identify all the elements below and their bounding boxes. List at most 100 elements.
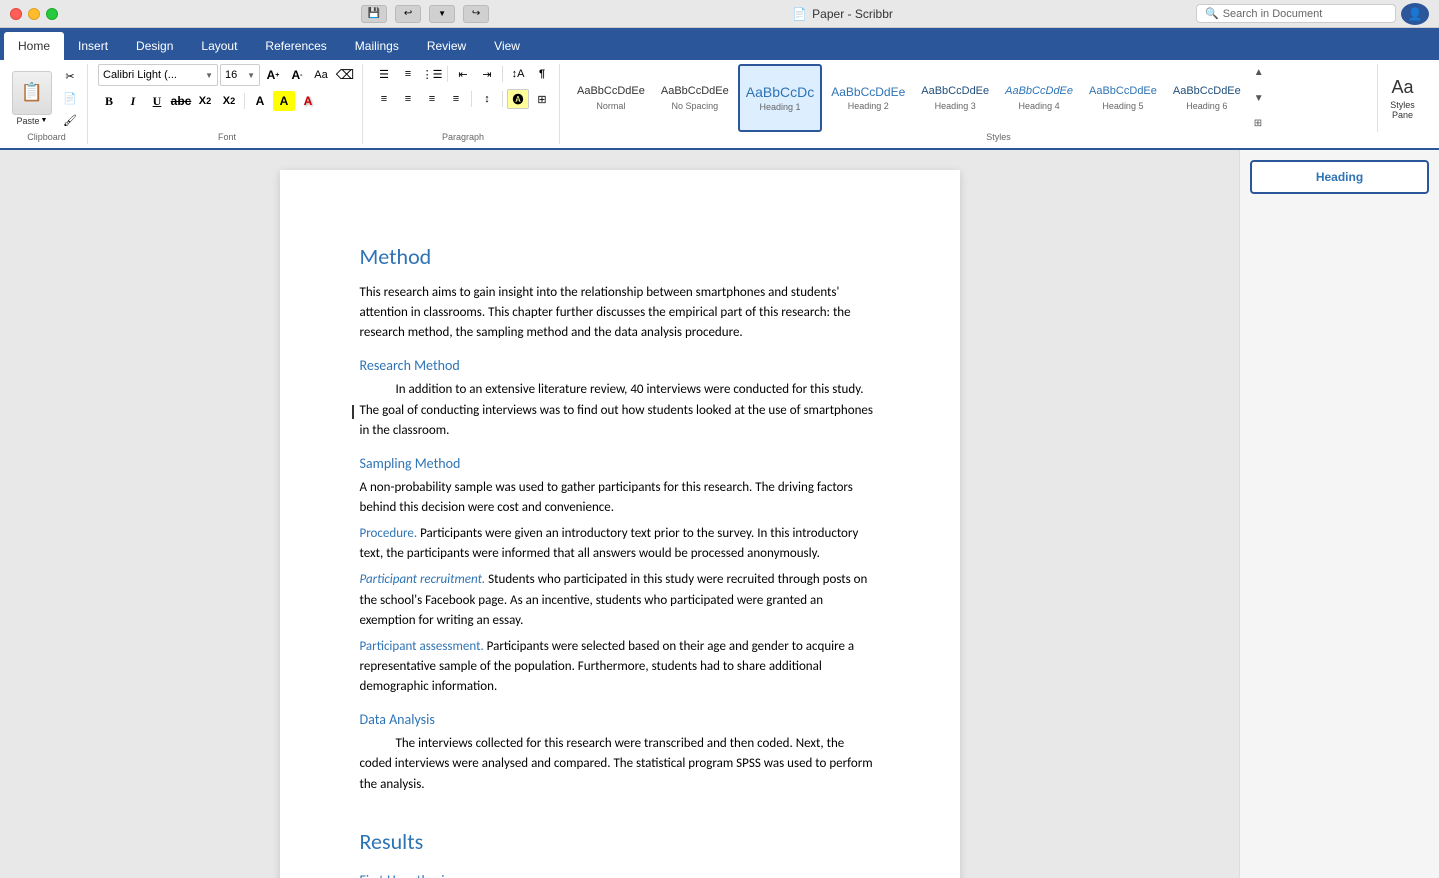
increase-font-button[interactable]: A+ <box>262 65 284 85</box>
tab-insert[interactable]: Insert <box>64 32 122 60</box>
font-row1: Calibri Light (... ▼ 16 ▼ A+ A- Aa ⌫ <box>98 64 356 86</box>
separator2 <box>447 66 448 82</box>
cut-button[interactable]: ✂ <box>59 66 81 86</box>
style-no-spacing-preview: AaBbCcDdEe <box>661 85 729 98</box>
font-color-button[interactable]: A <box>249 91 271 111</box>
change-case-button[interactable]: Aa <box>310 65 332 85</box>
undo-icon[interactable]: ↩ <box>395 5 421 23</box>
style-heading4-preview: AaBbCcDdEe <box>1005 85 1073 98</box>
show-hide-button[interactable]: ¶ <box>531 64 553 84</box>
procedure-text: Participants were given an introductory … <box>360 526 859 561</box>
clipboard-group: 📋 Paste ▼ ✂ 📄 🖌 Clipboard <box>6 64 88 144</box>
style-heading1-preview: AaBbCcDc <box>746 84 814 101</box>
text-effect-button[interactable]: A <box>297 91 319 111</box>
tab-review[interactable]: Review <box>413 32 480 60</box>
font-content: Calibri Light (... ▼ 16 ▼ A+ A- Aa ⌫ B I… <box>98 64 356 132</box>
styles-scroll-down-button[interactable]: ▼ <box>1252 92 1266 105</box>
para-row2: ≡ ≡ ≡ ≡ ↕ 🅐 ⊞ <box>373 89 553 109</box>
font-family-chevron-icon: ▼ <box>205 71 213 80</box>
heading-suggestion-label: Heading <box>1316 170 1363 184</box>
style-normal-preview: AaBbCcDdEe <box>577 85 645 98</box>
bold-button[interactable]: B <box>98 91 120 111</box>
ribbon-tabs: Home Insert Design Layout References Mai… <box>0 28 1439 60</box>
paste-dropdown[interactable]: Paste ▼ <box>17 116 48 126</box>
style-heading4[interactable]: AaBbCcDdEe Heading 4 <box>998 64 1080 132</box>
multilevel-list-button[interactable]: ⋮☰ <box>421 64 443 84</box>
justify-button[interactable]: ≡ <box>445 89 467 109</box>
tab-layout[interactable]: Layout <box>187 32 251 60</box>
style-heading3[interactable]: AaBbCcDdEe Heading 3 <box>914 64 996 132</box>
search-in-document[interactable]: 🔍 Search in Document <box>1196 4 1396 23</box>
tab-home[interactable]: Home <box>4 32 64 60</box>
tab-design[interactable]: Design <box>122 32 187 60</box>
increase-indent-button[interactable]: ⇥ <box>476 64 498 84</box>
paragraph-content: ☰ ≡ ⋮☰ ⇤ ⇥ ↕A ¶ ≡ ≡ ≡ ≡ ↕ 🅐 ⊞ <box>373 64 553 132</box>
font-family-selector[interactable]: Calibri Light (... ▼ <box>98 64 218 86</box>
line-spacing-button[interactable]: ↕ <box>476 89 498 109</box>
style-heading5[interactable]: AaBbCcDdEe Heading 5 <box>1082 64 1164 132</box>
window-controls[interactable] <box>10 8 58 20</box>
participant-assessment-label: Participant assessment. <box>360 639 484 654</box>
align-left-button[interactable]: ≡ <box>373 89 395 109</box>
align-center-button[interactable]: ≡ <box>397 89 419 109</box>
close-button[interactable] <box>10 8 22 20</box>
decrease-font-button[interactable]: A- <box>286 65 308 85</box>
align-right-button[interactable]: ≡ <box>421 89 443 109</box>
tab-mailings[interactable]: Mailings <box>341 32 413 60</box>
superscript-button[interactable]: X2 <box>218 91 240 111</box>
paste-chevron-icon: ▼ <box>41 117 48 124</box>
first-hypothesis-heading: First Hypothesis <box>360 870 880 878</box>
shading-button[interactable]: 🅐 <box>507 89 529 109</box>
bullets-button[interactable]: ☰ <box>373 64 395 84</box>
highlight-button[interactable]: A <box>273 91 295 111</box>
content-area: Method This research aims to gain insigh… <box>0 150 1439 878</box>
sampling-method-body: A non-probability sample was used to gat… <box>360 478 880 518</box>
styles-pane-button[interactable]: Aa Styles Pane <box>1377 64 1427 132</box>
styles-gallery: AaBbCcDdEe Normal AaBbCcDdEe No Spacing … <box>570 64 1374 132</box>
minimize-button[interactable] <box>28 8 40 20</box>
participant-recruitment-label: Participant recruitment. <box>360 572 486 587</box>
paste-button[interactable]: 📋 <box>12 71 52 115</box>
strikethrough-button[interactable]: abc <box>170 91 192 111</box>
save-icon[interactable]: 💾 <box>361 5 387 23</box>
document-area[interactable]: Method This research aims to gain insigh… <box>0 150 1239 878</box>
italic-button[interactable]: I <box>122 91 144 111</box>
paste-label: Paste <box>17 116 40 126</box>
heading-suggestion-box[interactable]: Heading <box>1250 160 1429 194</box>
style-no-spacing[interactable]: AaBbCcDdEe No Spacing <box>654 64 736 132</box>
numbering-button[interactable]: ≡ <box>397 64 419 84</box>
text-cursor <box>352 405 354 419</box>
search-icon: 🔍 <box>1205 7 1219 20</box>
font-size-selector[interactable]: 16 ▼ <box>220 64 260 86</box>
style-heading3-preview: AaBbCcDdEe <box>921 85 989 98</box>
sort-button[interactable]: ↕A <box>507 64 529 84</box>
style-normal[interactable]: AaBbCcDdEe Normal <box>570 64 652 132</box>
tab-view[interactable]: View <box>480 32 534 60</box>
styles-scroll: ▲ ▼ ⊞ <box>1250 64 1268 132</box>
styles-content: AaBbCcDdEe Normal AaBbCcDdEe No Spacing … <box>570 64 1427 132</box>
borders-button[interactable]: ⊞ <box>531 89 553 109</box>
copy-button[interactable]: 📄 <box>59 88 81 108</box>
style-heading6[interactable]: AaBbCcDdEe Heading 6 <box>1166 64 1248 132</box>
user-avatar[interactable]: 👤 <box>1401 3 1429 25</box>
tab-references[interactable]: References <box>251 32 340 60</box>
undo-dropdown-icon[interactable]: ▼ <box>429 5 455 23</box>
data-analysis-body: The interviews collected for this resear… <box>360 734 880 794</box>
style-heading5-preview: AaBbCcDdEe <box>1089 85 1157 98</box>
maximize-button[interactable] <box>46 8 58 20</box>
decrease-indent-button[interactable]: ⇤ <box>452 64 474 84</box>
styles-scroll-up-button[interactable]: ▲ <box>1252 66 1266 79</box>
document-page: Method This research aims to gain insigh… <box>280 170 960 878</box>
styles-expand-button[interactable]: ⊞ <box>1252 117 1266 130</box>
clear-format-button[interactable]: ⌫ <box>334 65 356 85</box>
style-heading2[interactable]: AaBbCcDdEe Heading 2 <box>824 64 912 132</box>
style-normal-label: Normal <box>596 101 625 111</box>
subscript-button[interactable]: X2 <box>194 91 216 111</box>
redo-icon[interactable]: ↪ <box>463 5 489 23</box>
data-analysis-heading: Data Analysis <box>360 709 880 730</box>
style-heading1[interactable]: AaBbCcDc Heading 1 <box>738 64 822 132</box>
format-painter-button[interactable]: 🖌 <box>59 110 81 130</box>
paste-area: 📋 Paste ▼ <box>12 71 52 126</box>
underline-button[interactable]: U <box>146 91 168 111</box>
ribbon-toolbar: 📋 Paste ▼ ✂ 📄 🖌 Clipboard Calibri Light … <box>0 60 1439 150</box>
